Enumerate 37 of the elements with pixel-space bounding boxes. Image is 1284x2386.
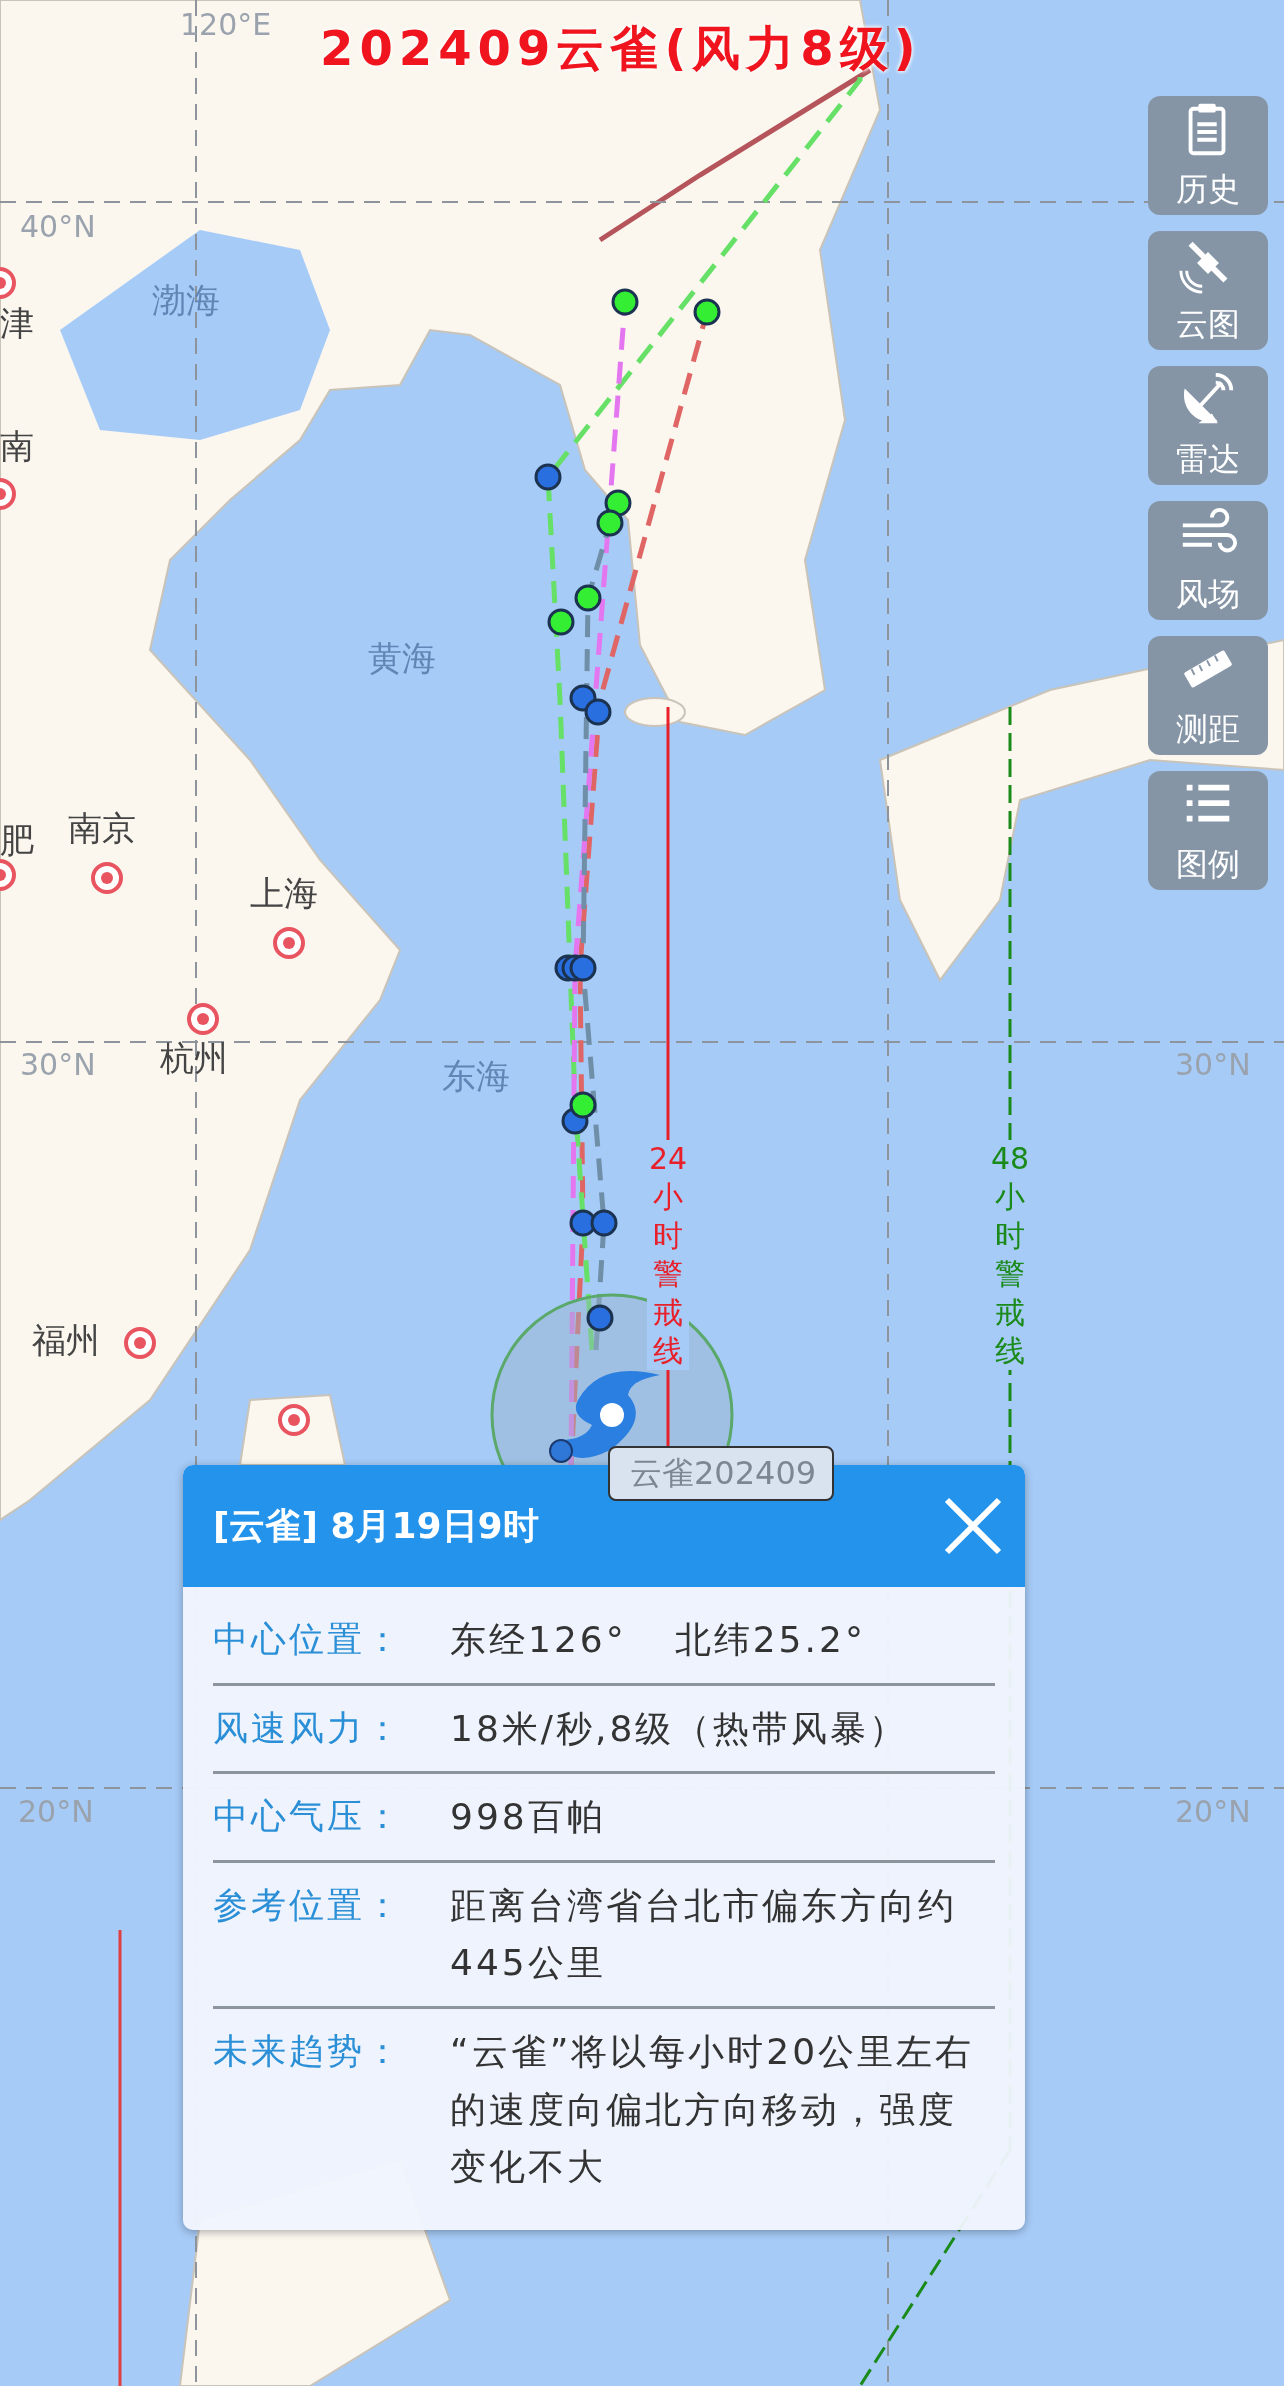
sea-name-label: 东海 [442, 1058, 510, 1096]
city-name-label: 肥 [0, 822, 34, 860]
toolbar-button[interactable]: 雷达 [1148, 366, 1268, 485]
grid-label: 30°N [20, 1048, 96, 1081]
field-label: 未来趋势： [213, 2029, 404, 2073]
sea-name-label: 渤海 [152, 282, 220, 320]
warning-line-label: 24小时警戒线 [647, 1140, 689, 1371]
grid-label: 30°N [1175, 1048, 1251, 1081]
city-name-label: 上海 [250, 875, 318, 913]
toolbar-button[interactable]: 图例 [1148, 771, 1268, 890]
toolbar-button[interactable]: 测距 [1148, 636, 1268, 755]
popup-title: [云雀] 8月19日9时 [213, 1504, 539, 1548]
city-name-label: 南京 [68, 810, 136, 848]
field-value: 998百帕 [450, 1795, 606, 1840]
field-value: 距离台湾省台北市偏东方向约445公里 [450, 1883, 958, 1986]
grid-label: 20°N [1175, 1795, 1251, 1828]
grid-label: 20°N [18, 1795, 94, 1828]
city-name-label: 福州 [32, 1322, 100, 1360]
field-value: 东经126° [450, 1618, 627, 1662]
storm-name-label: 云雀202409 [608, 1446, 835, 1502]
map-title: 202409云雀(风力8级) [320, 22, 922, 75]
field-label: 参考位置： [213, 1883, 404, 1927]
field-label: 风速风力： [213, 1706, 404, 1750]
field-value: 18米/秒,8级（热带风暴） [450, 1706, 909, 1751]
field-value: 北纬25.2° [674, 1618, 866, 1662]
toolbar-button[interactable]: 风场 [1148, 501, 1268, 620]
field-label: 中心位置： [213, 1618, 404, 1661]
field-value: “云雀”将以每小时20公里左右的速度向偏北方向移动，强度变化不大 [450, 2029, 976, 2190]
city-name-label: 南 [0, 428, 34, 466]
grid-label: 120°E [180, 8, 272, 41]
toolbar-button[interactable]: 云图 [1148, 231, 1268, 350]
sea-name-label: 黄海 [368, 640, 436, 678]
city-name-label: 津 [0, 305, 34, 343]
toolbar-button[interactable]: 历史 [1148, 96, 1268, 215]
city-name-label: 杭州 [160, 1040, 228, 1078]
grid-label: 40°N [20, 210, 96, 243]
field-label: 中心气压： [213, 1795, 404, 1839]
